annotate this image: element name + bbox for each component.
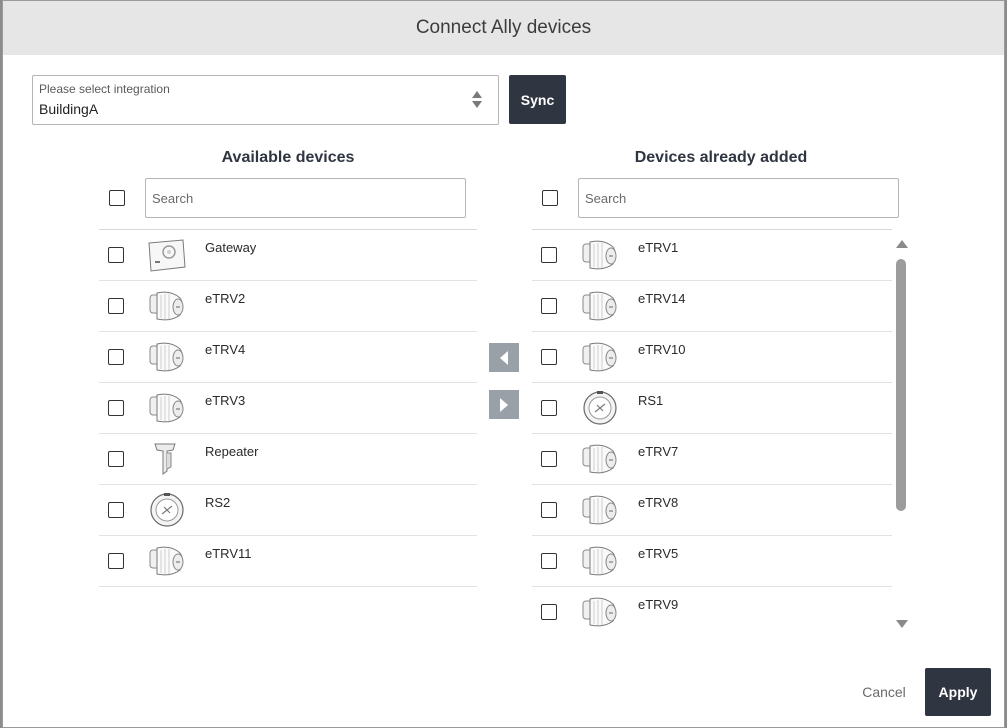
available-device-row[interactable]: Gateway (99, 230, 477, 281)
apply-button[interactable]: Apply (925, 668, 991, 716)
device-name: Repeater (205, 444, 259, 459)
thermostat-valve-icon (147, 288, 187, 324)
connect-devices-dialog: Connect Ally devices Please select integ… (2, 0, 1005, 728)
arrow-left-icon (500, 350, 508, 365)
thermostat-valve-icon (147, 543, 187, 579)
room-sensor-icon (580, 390, 620, 426)
scroll-down-icon[interactable] (896, 620, 908, 628)
gateway-icon (147, 237, 187, 273)
device-name: Gateway (205, 240, 257, 255)
move-right-button[interactable] (489, 390, 519, 419)
device-checkbox[interactable] (108, 349, 124, 365)
dialog-title: Connect Ally devices (415, 17, 592, 38)
device-checkbox[interactable] (541, 400, 557, 416)
device-checkbox[interactable] (541, 553, 557, 569)
device-name: eTRV3 (205, 393, 246, 408)
available-device-row[interactable]: eTRV2 (99, 281, 477, 332)
added-device-row[interactable]: eTRV1 (532, 230, 892, 281)
device-checkbox[interactable] (541, 247, 557, 263)
device-name: eTRV4 (205, 342, 246, 357)
integration-select-label: Please select integration (39, 82, 170, 96)
added-device-row[interactable]: RS1 (532, 383, 892, 434)
arrow-right-icon (500, 397, 508, 412)
added-devices-title: Devices already added (634, 149, 808, 166)
dialog-header: Connect Ally devices (3, 1, 1004, 55)
device-name: eTRV1 (638, 240, 679, 255)
device-checkbox[interactable] (541, 502, 557, 518)
sync-button[interactable]: Sync (509, 75, 566, 124)
select-sort-icon (472, 91, 482, 111)
device-name: eTRV2 (205, 291, 246, 306)
device-name: RS1 (638, 393, 664, 408)
added-device-row[interactable]: eTRV7 (532, 434, 892, 485)
device-checkbox[interactable] (541, 298, 557, 314)
device-checkbox[interactable] (541, 451, 557, 467)
integration-select-value: BuildingA (39, 101, 99, 117)
thermostat-valve-icon (580, 492, 620, 528)
added-list-scrollbar[interactable] (893, 237, 909, 631)
thermostat-valve-icon (147, 390, 187, 426)
cancel-button[interactable]: Cancel (855, 669, 913, 715)
device-checkbox[interactable] (541, 349, 557, 365)
repeater-icon (147, 441, 187, 477)
device-name: eTRV10 (638, 342, 686, 357)
thermostat-valve-icon (580, 339, 620, 375)
available-devices-list: Gateway eTRV2 eTRV4 eTRV3 Repeater RS2 eTRV11 (99, 229, 477, 589)
device-name: eTRV9 (638, 597, 679, 612)
available-device-row[interactable]: eTRV4 (99, 332, 477, 383)
device-name: eTRV7 (638, 444, 679, 459)
device-name: eTRV14 (638, 291, 686, 306)
available-device-row[interactable]: eTRV11 (99, 536, 477, 587)
device-checkbox[interactable] (108, 553, 124, 569)
added-device-row[interactable]: eTRV9 (532, 587, 892, 633)
added-devices-list: eTRV1 eTRV14 eTRV10 RS1 eTRV7 eTRV8 eTRV5 eTRV9 (532, 229, 892, 633)
device-checkbox[interactable] (541, 604, 557, 620)
thermostat-valve-icon (580, 288, 620, 324)
device-name: RS2 (205, 495, 231, 510)
device-checkbox[interactable] (108, 247, 124, 263)
available-devices-title: Available devices (221, 149, 355, 166)
added-device-row[interactable]: eTRV5 (532, 536, 892, 587)
thermostat-valve-icon (580, 237, 620, 273)
available-device-row[interactable]: eTRV3 (99, 383, 477, 434)
available-device-row[interactable]: Repeater (99, 434, 477, 485)
added-device-row[interactable]: eTRV8 (532, 485, 892, 536)
device-name: eTRV8 (638, 495, 679, 510)
thermostat-valve-icon (580, 594, 620, 630)
scroll-up-icon[interactable] (896, 240, 908, 248)
scroll-thumb[interactable] (896, 259, 906, 511)
added-device-row[interactable]: eTRV10 (532, 332, 892, 383)
available-device-row[interactable]: RS2 (99, 485, 477, 536)
thermostat-valve-icon (580, 441, 620, 477)
room-sensor-icon (147, 492, 187, 528)
move-left-button[interactable] (489, 343, 519, 372)
integration-select[interactable]: Please select integration BuildingA (32, 75, 499, 125)
device-name: eTRV5 (638, 546, 679, 561)
device-name: eTRV11 (205, 546, 252, 561)
added-device-row[interactable]: eTRV14 (532, 281, 892, 332)
available-search-input[interactable] (145, 178, 466, 218)
thermostat-valve-icon (147, 339, 187, 375)
select-all-available-checkbox[interactable] (109, 190, 125, 206)
thermostat-valve-icon (580, 543, 620, 579)
device-checkbox[interactable] (108, 451, 124, 467)
device-checkbox[interactable] (108, 502, 124, 518)
added-search-input[interactable] (578, 178, 899, 218)
select-all-added-checkbox[interactable] (542, 190, 558, 206)
device-checkbox[interactable] (108, 298, 124, 314)
device-checkbox[interactable] (108, 400, 124, 416)
